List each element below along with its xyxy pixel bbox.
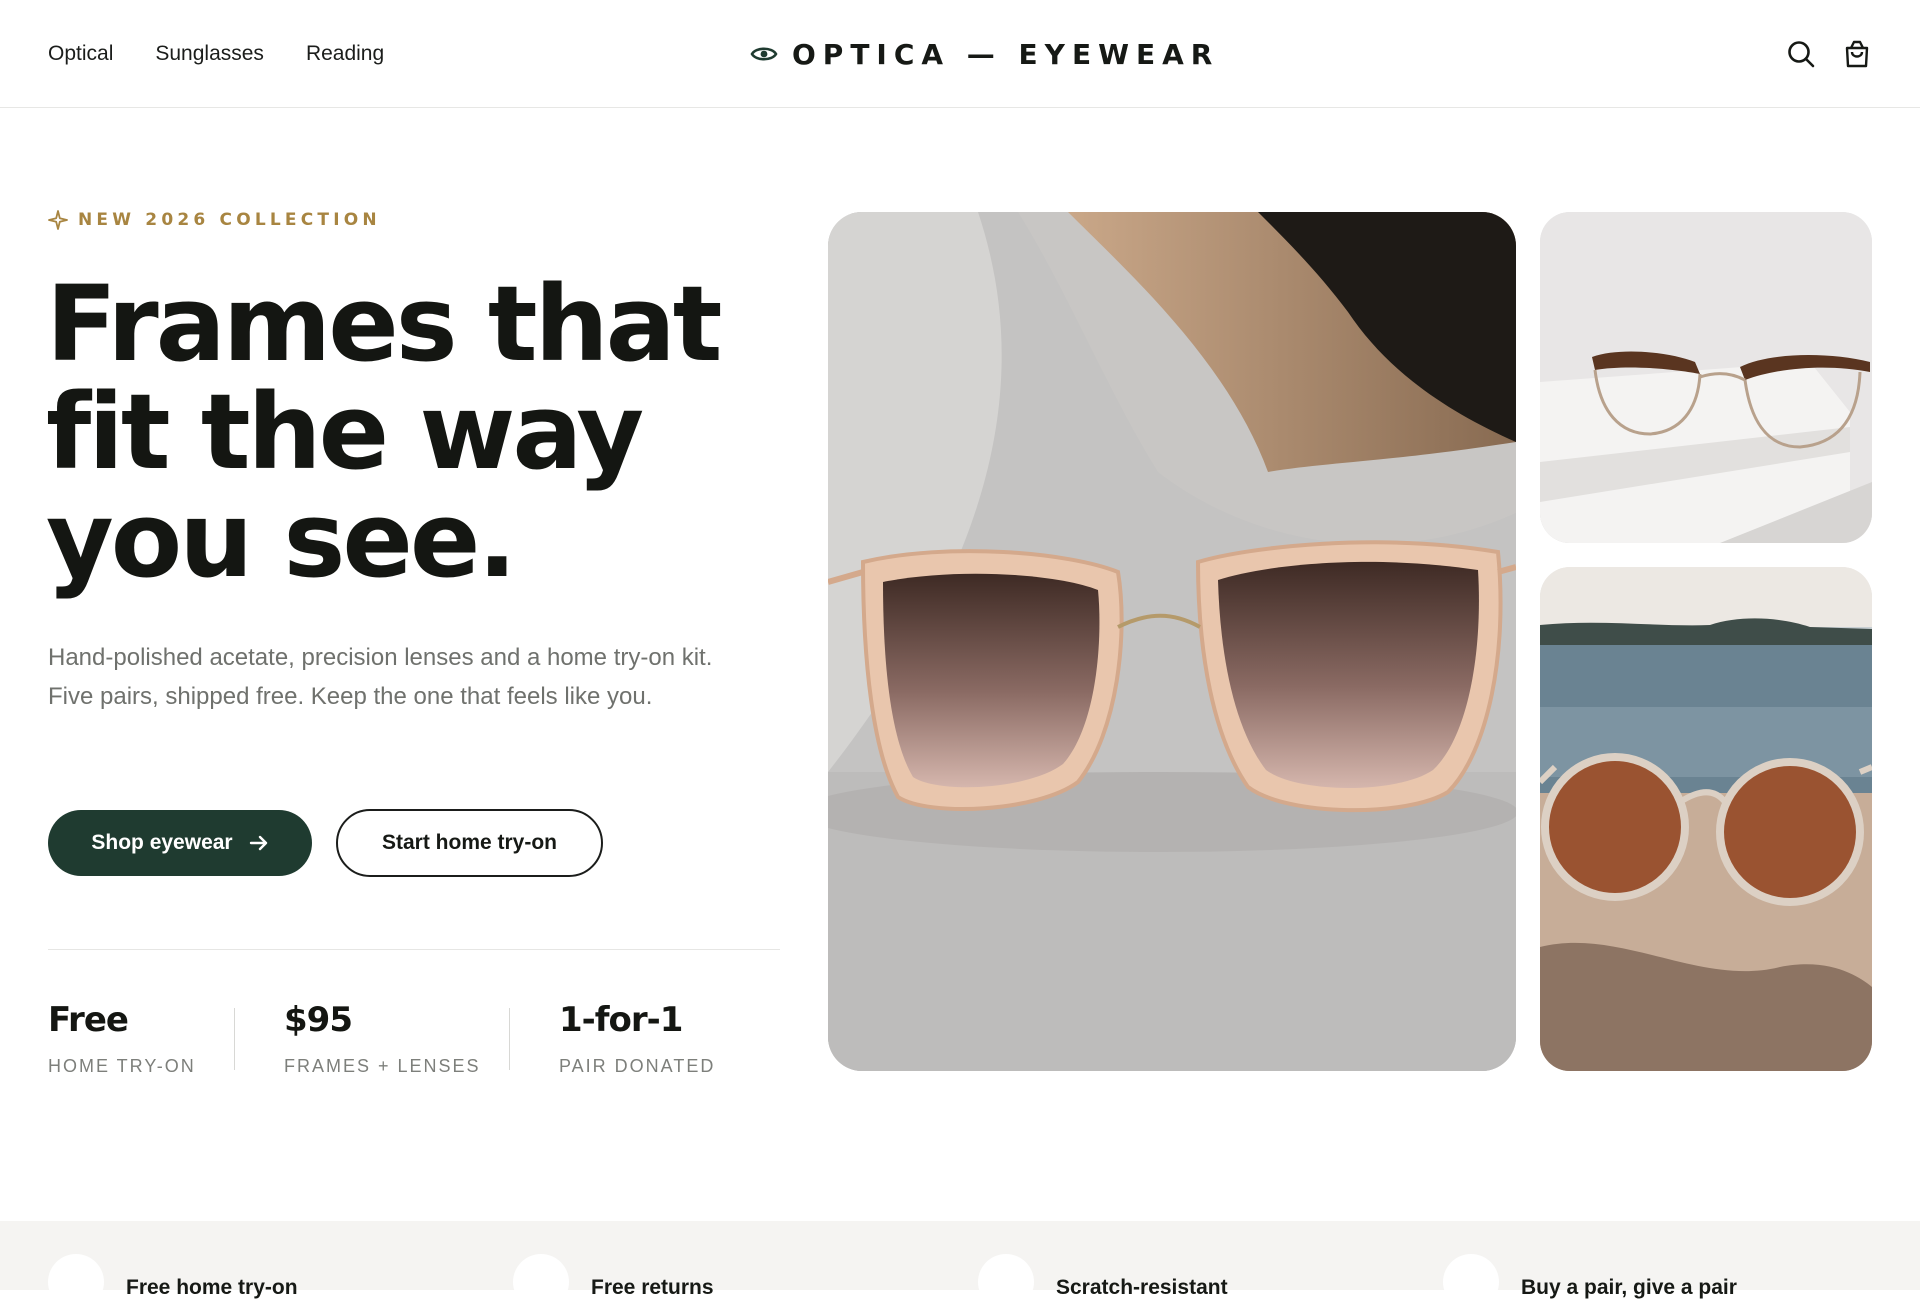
heart-icon (1443, 1254, 1499, 1310)
sunglasses-illustration (828, 212, 1516, 1071)
feature-item: Buy a pair, give a pair (1443, 1254, 1737, 1310)
hero-description: Hand-polished acetate, precision lenses … (48, 644, 713, 710)
shop-eyewear-button[interactable]: Shop eyewear (48, 810, 312, 876)
feature-title: Free returns (591, 1276, 714, 1299)
nav-reading[interactable]: Reading (306, 42, 384, 66)
hero-title-line-2: fit the way (46, 371, 644, 493)
nav-sunglasses[interactable]: Sunglasses (155, 42, 264, 66)
feature-item: Free returns (513, 1254, 714, 1310)
hero-main-image (828, 212, 1516, 1071)
feature-title: Scratch-resistant (1056, 1276, 1228, 1299)
search-icon[interactable] (1786, 39, 1816, 69)
stat-pair-donated: 1-for-1 PAIR DONATED (559, 1000, 715, 1077)
stat-value: Free (48, 1000, 129, 1040)
stat-separator (509, 1008, 510, 1070)
stats-divider (48, 949, 780, 950)
bag-icon[interactable] (1842, 39, 1872, 69)
eye-icon (750, 47, 778, 61)
truck-icon (48, 1254, 104, 1310)
start-try-on-button[interactable]: Start home try-on (336, 809, 603, 877)
stat-home-try-on: Free HOME TRY-ON (48, 1000, 196, 1077)
optical-frames-illustration (1540, 212, 1872, 543)
header-tools (1786, 0, 1872, 108)
hero-title-line-3: you see. (46, 479, 517, 601)
eyebrow-label: NEW 2026 COLLECTION (78, 210, 381, 230)
stat-label: FRAMES + LENSES (284, 1056, 481, 1076)
feature-item: Free home try-on (48, 1254, 298, 1310)
hero-title-line-1: Frames that (46, 263, 723, 385)
brand-name: OPTICA — EYEWEAR (792, 37, 1220, 71)
hero-title: Frames that fit the way you see. (46, 270, 786, 594)
shield-icon (978, 1254, 1034, 1310)
nav-optical[interactable]: Optical (48, 42, 113, 66)
stat-value: $95 (284, 1000, 353, 1040)
start-try-on-label: Start home try-on (381, 831, 557, 854)
stat-label: PAIR DONATED (559, 1056, 716, 1076)
arrow-right-icon (249, 835, 267, 851)
feature-title: Buy a pair, give a pair (1521, 1276, 1737, 1299)
feature-title: Free home try-on (126, 1276, 298, 1299)
sparkle-icon (48, 210, 68, 230)
stat-label: HOME TRY-ON (48, 1056, 196, 1076)
optical-frames-image (1540, 212, 1872, 543)
stat-frames-lenses: $95 FRAMES + LENSES (284, 1000, 481, 1077)
return-icon (513, 1254, 569, 1310)
main-nav: Optical Sunglasses Reading (48, 0, 384, 108)
brand-logo[interactable]: OPTICA — EYEWEAR (750, 0, 1219, 108)
stat-value: 1-for-1 (559, 1000, 683, 1040)
site-header: Optical Sunglasses Reading OPTICA — EYEW… (0, 0, 1920, 108)
collection-eyebrow: NEW 2026 COLLECTION (48, 210, 381, 230)
stat-separator (234, 1008, 235, 1070)
feature-item: Scratch-resistant (978, 1254, 1228, 1310)
shop-eyewear-label: Shop eyewear (91, 831, 233, 854)
sea-sunglasses-image (1540, 567, 1872, 1071)
sea-sunglasses-illustration (1540, 567, 1872, 1071)
